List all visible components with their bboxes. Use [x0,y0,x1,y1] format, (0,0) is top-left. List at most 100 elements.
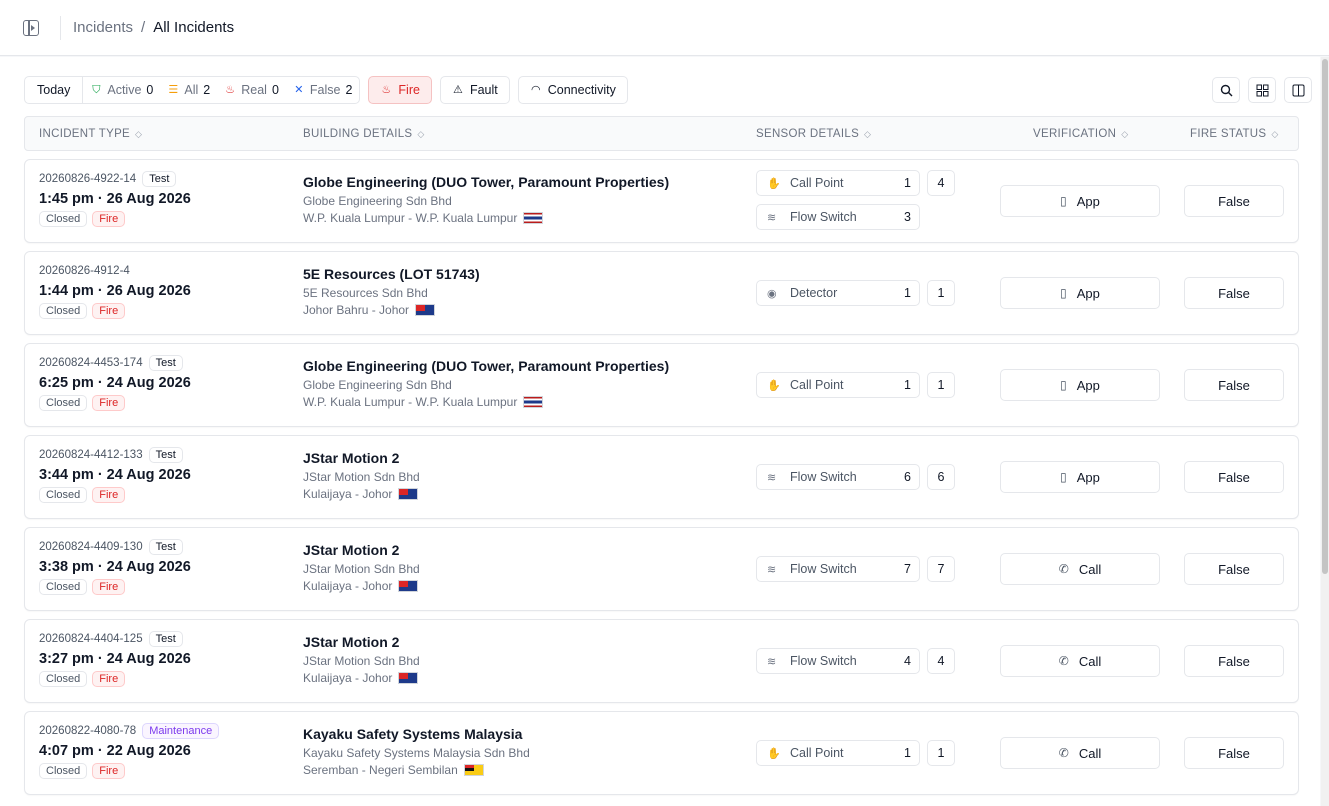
today-button[interactable]: Today [25,77,84,103]
building-location: Seremban - Negeri Sembilan [303,763,530,777]
sensor-item[interactable]: ✋ Call Point 1 [756,372,920,398]
scrollbar-thumb[interactable] [1322,59,1328,574]
column-fire-status-label: FIRE STATUS [1190,128,1267,140]
incident-badges: Closed Fire [39,303,191,319]
sidebar-toggle-icon[interactable] [23,20,39,36]
connectivity-filter-chip[interactable]: ◠ Connectivity [517,76,628,104]
sensor-details-cell: ✋ Call Point 1 4 ≋ Flow Switch 3 [756,170,955,238]
fault-filter-chip[interactable]: ⚠ Fault [439,76,510,104]
location-text: Kulaijaya - Johor [303,671,393,685]
incident-id: 20260824-4404-125 [39,633,143,645]
fire-status-label: False [1218,653,1250,669]
search-button[interactable] [1212,77,1240,103]
building-name[interactable]: Globe Engineering (DUO Tower, Paramount … [303,174,669,190]
sensor-row: ✋ Call Point 1 1 [756,740,955,766]
sensor-total: 4 [927,648,955,674]
building-location: Kulaijaya - Johor [303,579,420,593]
sensor-item[interactable]: ◉ Detector 1 [756,280,920,306]
table-row[interactable]: 20260824-4409-130 Test 3:38 pm · 24 Aug 2… [24,527,1299,611]
company-name: JStar Motion Sdn Bhd [303,654,420,668]
fire-status-button[interactable]: False [1184,645,1284,677]
building-name[interactable]: Kayaku Safety Systems Malaysia [303,726,530,742]
state-flag-icon [398,580,419,592]
filter-all[interactable]: ☰ All 2 [160,83,217,97]
incident-id-line: 20260824-4412-133 Test [39,446,191,464]
incident-tag: Test [148,355,183,371]
column-incident-type[interactable]: INCIDENT TYPE ◇ [39,128,142,140]
building-name[interactable]: 5E Resources (LOT 51743) [303,266,480,282]
table-row[interactable]: 20260826-4922-14 Test 1:45 pm · 26 Aug 20… [24,159,1299,243]
sensor-item[interactable]: ≋ Flow Switch 4 [756,648,920,674]
sensor-item[interactable]: ≋ Flow Switch 6 [756,464,920,490]
incident-tag: Test [142,171,177,187]
fire-status-label: False [1218,561,1250,577]
filter-false[interactable]: ✕ False 2 [286,83,360,97]
sensor-item[interactable]: ✋ Call Point 1 [756,740,920,766]
main-content: Today ⛉ Active 0 ☰ All 2 ♨ Real 0 ✕ Fals… [0,57,1320,806]
toolbar [1212,77,1312,103]
column-building-details[interactable]: BUILDING DETAILS ◇ [303,128,425,140]
fire-status-button[interactable]: False [1184,185,1284,217]
verification-button[interactable]: ✆ Call [1000,737,1160,769]
sensor-total: 7 [927,556,955,582]
sensor-count: 1 [904,176,911,190]
sensor-total: 1 [927,280,955,306]
fire-status-label: False [1218,285,1250,301]
sensor-details-cell: ✋ Call Point 1 1 [756,372,955,406]
state-flag-icon [415,304,436,316]
building-details-cell: JStar Motion 2 JStar Motion Sdn Bhd Kula… [303,542,420,593]
verification-button[interactable]: ✆ Call [1000,645,1160,677]
vertical-scrollbar[interactable] [1321,57,1329,806]
incident-id-line: 20260824-4409-130 Test [39,538,191,556]
building-name[interactable]: JStar Motion 2 [303,634,420,650]
incident-tag: Test [148,539,183,555]
sort-icon: ◇ [1271,128,1279,139]
columns-button[interactable] [1284,77,1312,103]
fire-status-button[interactable]: False [1184,369,1284,401]
column-verification[interactable]: VERIFICATION ◇ [1033,128,1129,140]
filter-false-label: False [309,83,341,97]
table-row[interactable]: 20260822-4080-78 Maintenance 4:07 pm · 22… [24,711,1299,795]
grid-view-button[interactable] [1248,77,1276,103]
building-location: W.P. Kuala Lumpur - W.P. Kuala Lumpur [303,211,669,225]
column-sensor-details[interactable]: SENSOR DETAILS ◇ [756,128,871,140]
building-name[interactable]: JStar Motion 2 [303,542,420,558]
verification-button[interactable]: ✆ Call [1000,553,1160,585]
sensor-item[interactable]: ≋ Flow Switch 7 [756,556,920,582]
incident-id: 20260822-4080-78 [39,725,137,737]
column-building-details-label: BUILDING DETAILS [303,128,413,140]
company-name: 5E Resources Sdn Bhd [303,286,428,300]
column-fire-status[interactable]: FIRE STATUS ◇ [1190,128,1279,140]
breadcrumb-incidents[interactable]: Incidents [73,19,133,36]
mobile-icon: ▯ [1060,470,1067,484]
fire-status-button[interactable]: False [1184,277,1284,309]
building-name[interactable]: Globe Engineering (DUO Tower, Paramount … [303,358,669,374]
sensor-count: 1 [904,746,911,760]
building-name[interactable]: JStar Motion 2 [303,450,420,466]
connectivity-filter-label: Connectivity [547,83,616,97]
table-row[interactable]: 20260824-4412-133 Test 3:44 pm · 24 Aug 2… [24,435,1299,519]
table-row[interactable]: 20260824-4453-174 Test 6:25 pm · 24 Aug 2… [24,343,1299,427]
sensor-item[interactable]: ≋ Flow Switch 3 [756,204,920,230]
fire-filter-chip[interactable]: ♨ Fire [368,76,432,104]
table-row[interactable]: 20260826-4912-4 1:44 pm · 26 Aug 2026 Cl… [24,251,1299,335]
fire-status-button[interactable]: False [1184,461,1284,493]
incident-datetime: 3:38 pm · 24 Aug 2026 [39,559,191,575]
fire-status-button[interactable]: False [1184,737,1284,769]
incident-badges: Closed Fire [39,211,191,227]
verification-button[interactable]: ▯ App [1000,277,1160,309]
sensor-name: Detector [790,286,838,300]
flow-icon: ≋ [767,563,777,576]
type-badge: Fire [92,763,126,779]
filter-real[interactable]: ♨ Real 0 [217,83,286,97]
table-row[interactable]: 20260824-4404-125 Test 3:27 pm · 24 Aug 2… [24,619,1299,703]
verification-button[interactable]: ▯ App [1000,461,1160,493]
filter-active[interactable]: ⛉ Active 0 [83,83,160,97]
state-flag-icon [398,672,419,684]
sensor-row: ≋ Flow Switch 3 [756,204,955,230]
building-location: Johor Bahru - Johor [303,303,480,317]
verification-button[interactable]: ▯ App [1000,185,1160,217]
fire-status-button[interactable]: False [1184,553,1284,585]
verification-button[interactable]: ▯ App [1000,369,1160,401]
sensor-item[interactable]: ✋ Call Point 1 [756,170,920,196]
